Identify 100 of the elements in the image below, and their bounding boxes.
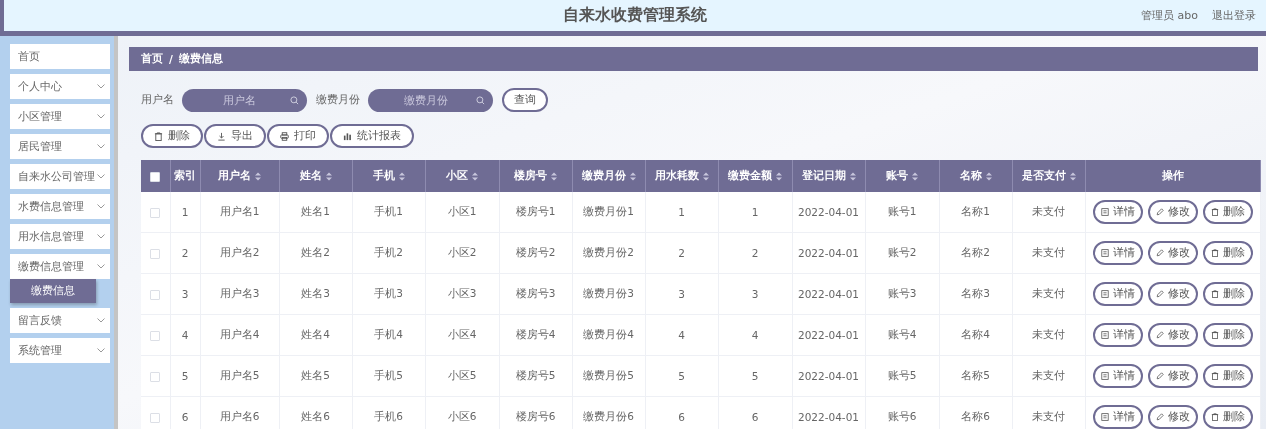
field-label: 用户名 bbox=[141, 93, 174, 107]
chevron-down-icon bbox=[97, 264, 105, 269]
table-cell: 姓名5 bbox=[301, 369, 330, 381]
table-cell: 未支付 bbox=[1032, 369, 1065, 381]
bar-chart-icon bbox=[343, 131, 352, 141]
print-button[interactable]: 打印 bbox=[267, 124, 329, 148]
document-icon bbox=[1100, 249, 1109, 257]
pencil-icon bbox=[1155, 249, 1164, 257]
edit-button[interactable]: 修改 bbox=[1147, 405, 1198, 429]
table-cell: 小区3 bbox=[447, 287, 477, 299]
sidebar-item[interactable]: 居民管理 bbox=[10, 134, 110, 159]
table-cell: 4 bbox=[678, 329, 685, 341]
table-cell: 缴费月份6 bbox=[583, 410, 634, 422]
table-cell: 楼房号5 bbox=[515, 369, 556, 381]
delete-button[interactable]: 删除 bbox=[1202, 282, 1253, 306]
column-header[interactable]: 账号 bbox=[886, 169, 918, 183]
sidebar-item[interactable]: 系统管理 bbox=[10, 338, 110, 363]
chevron-down-icon bbox=[97, 204, 105, 209]
row-checkbox[interactable] bbox=[150, 372, 161, 382]
field-label: 缴费月份 bbox=[316, 93, 360, 107]
row-checkbox[interactable] bbox=[150, 208, 161, 218]
detail-button[interactable]: 详情 bbox=[1092, 364, 1143, 388]
trash-icon bbox=[1210, 290, 1219, 298]
row-checkbox[interactable] bbox=[150, 249, 161, 259]
sort-icon bbox=[912, 171, 918, 181]
table-cell: 用户名2 bbox=[219, 246, 260, 258]
detail-button[interactable]: 详情 bbox=[1092, 323, 1143, 347]
sidebar-item[interactable]: 水费信息管理 bbox=[10, 194, 110, 219]
row-checkbox[interactable] bbox=[150, 331, 161, 341]
column-header[interactable]: 姓名 bbox=[299, 169, 332, 183]
chevron-down-icon bbox=[97, 84, 105, 89]
table-cell: 3 bbox=[751, 288, 759, 300]
table-cell: 6 bbox=[181, 411, 189, 423]
table-cell: 未支付 bbox=[1032, 205, 1065, 217]
table-cell: 缴费月份4 bbox=[583, 328, 634, 340]
table-cell: 小区1 bbox=[447, 205, 477, 217]
sidebar-item[interactable]: 自来水公司管理 bbox=[10, 164, 110, 189]
search-field[interactable]: 缴费月份 bbox=[368, 88, 493, 112]
row-checkbox[interactable] bbox=[150, 290, 161, 300]
sidebar-item[interactable]: 留言反馈 bbox=[10, 308, 110, 333]
column-header[interactable]: 小区 bbox=[446, 169, 478, 183]
table-cell: 缴费月份5 bbox=[583, 369, 634, 381]
breadcrumb-link[interactable]: 缴费信息 bbox=[178, 52, 223, 66]
table-cell: 名称4 bbox=[961, 328, 990, 340]
table-cell: 手机1 bbox=[374, 205, 403, 217]
chevron-down-icon bbox=[97, 114, 105, 119]
table-cell: 未支付 bbox=[1032, 328, 1065, 340]
search-field[interactable]: 用户名 bbox=[182, 88, 307, 112]
detail-button[interactable]: 详情 bbox=[1092, 241, 1143, 265]
detail-button[interactable]: 详情 bbox=[1092, 282, 1143, 306]
column-header[interactable]: 名称 bbox=[959, 169, 992, 183]
trash-icon bbox=[154, 131, 163, 141]
sort-icon bbox=[255, 171, 261, 181]
detail-button[interactable]: 详情 bbox=[1092, 200, 1143, 224]
sidebar-subitem[interactable]: 缴费信息 bbox=[10, 279, 96, 303]
delete-button[interactable]: 删除 bbox=[1202, 241, 1253, 265]
table-cell: 1 bbox=[751, 206, 759, 218]
delete-button[interactable]: 删除 bbox=[141, 124, 203, 148]
edit-button[interactable]: 修改 bbox=[1147, 241, 1198, 265]
query-button[interactable]: 查询 bbox=[502, 88, 548, 112]
detail-button[interactable]: 详情 bbox=[1092, 405, 1143, 429]
row-checkbox[interactable] bbox=[150, 413, 161, 423]
sort-icon bbox=[849, 171, 856, 181]
table-cell: 缴费月份3 bbox=[583, 287, 634, 299]
edit-button[interactable]: 修改 bbox=[1147, 200, 1198, 224]
edit-button[interactable]: 修改 bbox=[1147, 282, 1198, 306]
table-cell: 2022-04-01 bbox=[798, 206, 859, 218]
sidebar-item[interactable]: 用水信息管理 bbox=[10, 224, 110, 249]
edit-button[interactable]: 修改 bbox=[1147, 364, 1198, 388]
table-cell: 缴费月份2 bbox=[583, 246, 634, 258]
breadcrumb-link[interactable]: 首页 bbox=[141, 52, 163, 66]
table-cell: 2 bbox=[181, 247, 189, 259]
search-icon bbox=[290, 95, 299, 105]
pencil-icon bbox=[1155, 290, 1164, 298]
table-cell: 用户名3 bbox=[219, 287, 260, 299]
table-cell: 用户名6 bbox=[219, 410, 260, 422]
chevron-down-icon bbox=[97, 318, 105, 323]
delete-button[interactable]: 删除 bbox=[1202, 405, 1253, 429]
table-cell: 3 bbox=[678, 288, 685, 300]
column-header[interactable]: 操作 bbox=[1161, 169, 1184, 183]
sidebar-item[interactable]: 个人中心 bbox=[10, 74, 110, 99]
select-all-checkbox[interactable] bbox=[150, 172, 161, 182]
sidebar-item[interactable]: 首页 bbox=[10, 44, 110, 69]
sort-icon bbox=[776, 171, 782, 181]
sidebar-item[interactable]: 小区管理 bbox=[10, 104, 110, 129]
sidebar-item[interactable]: 缴费信息管理 bbox=[10, 254, 110, 279]
chart-button[interactable]: 统计报表 bbox=[330, 124, 414, 148]
table-cell: 未支付 bbox=[1032, 287, 1065, 299]
column-header[interactable]: 手机 bbox=[372, 169, 405, 183]
delete-button[interactable]: 删除 bbox=[1202, 364, 1253, 388]
export-button[interactable]: 导出 bbox=[204, 124, 266, 148]
table-cell: 楼房号3 bbox=[515, 287, 556, 299]
table-cell: 6 bbox=[678, 411, 685, 423]
table-cell: 手机4 bbox=[374, 328, 403, 340]
delete-button[interactable]: 删除 bbox=[1202, 200, 1253, 224]
delete-button[interactable]: 删除 bbox=[1202, 323, 1253, 347]
table-cell: 2022-04-01 bbox=[798, 411, 859, 423]
edit-button[interactable]: 修改 bbox=[1147, 323, 1198, 347]
logout-link[interactable]: 退出登录 bbox=[1212, 8, 1256, 23]
sort-icon bbox=[551, 171, 557, 181]
